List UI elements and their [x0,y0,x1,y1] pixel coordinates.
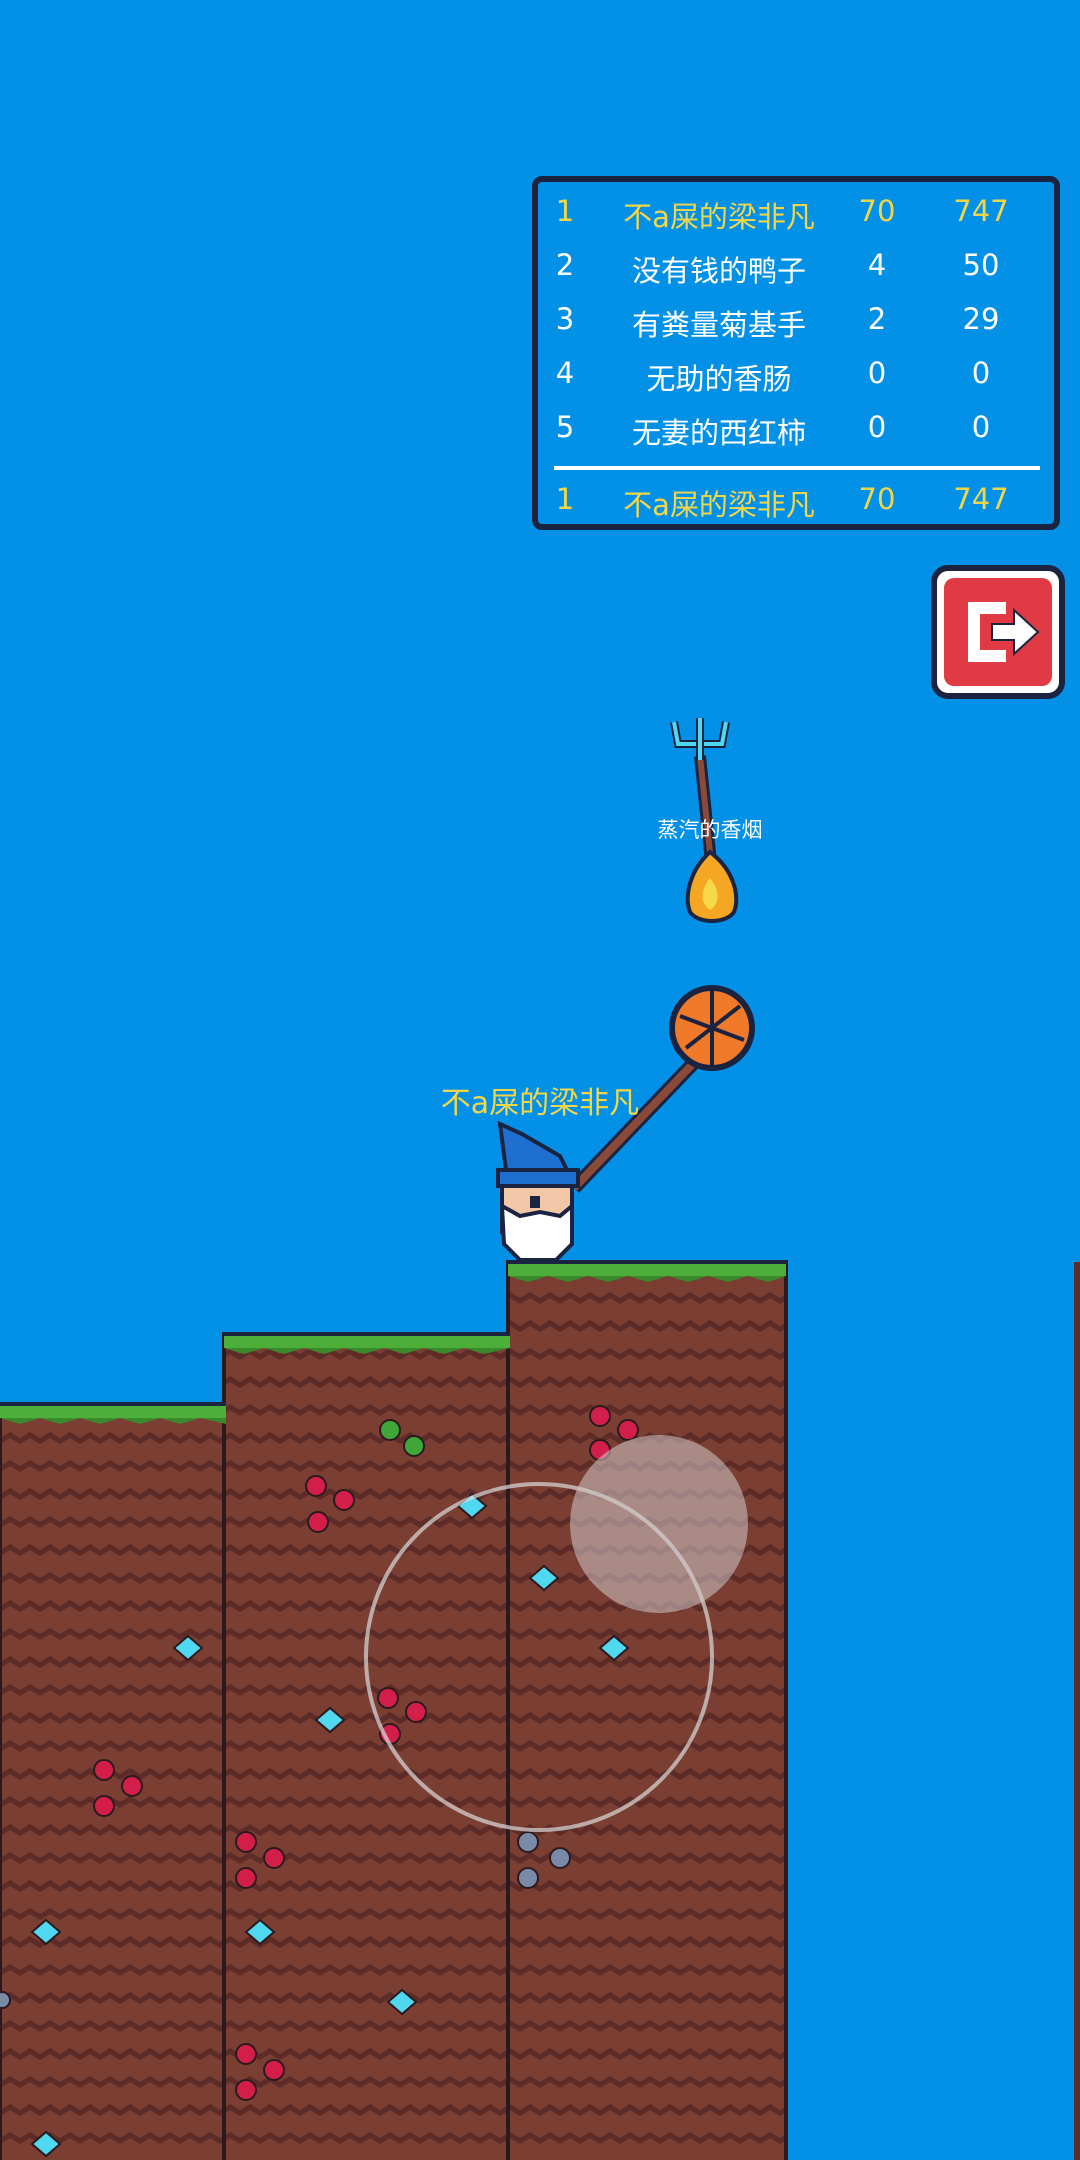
joystick-knob[interactable] [570,1435,748,1613]
level: 0 [867,356,887,390]
leaderboard: 1 不a屎的梁非凡 70 747 2 没有钱的鸭子 4 50 3 有粪量菊基手 … [532,176,1060,530]
exit-icon [931,565,1065,699]
flame-icon [685,849,739,923]
leaderboard-row: 4 无助的香肠 0 0 [538,346,1054,400]
score: 747 [953,482,1009,516]
score: 0 [971,410,991,444]
rank: 1 [555,482,575,516]
wizard-icon [496,1120,580,1262]
exit-button[interactable] [928,562,1068,702]
rank: 1 [555,194,575,228]
player-name: 不a屎的梁非凡 [623,488,815,522]
rank: 4 [555,356,575,390]
rank: 3 [555,302,575,336]
score: 0 [971,356,991,390]
player-name: 不a屎的梁非凡 [623,200,815,234]
leaderboard-row: 5 无妻的西红柿 0 0 [538,400,1054,454]
player-name: 无妻的西红柿 [631,416,806,450]
trident-icon [670,718,730,760]
level: 70 [858,482,896,516]
rank: 5 [555,410,575,444]
leaderboard-divider [554,466,1040,470]
level: 2 [867,302,887,336]
player-name: 有粪量菊基手 [631,308,806,342]
score: 50 [962,248,1000,282]
score: 29 [962,302,1000,336]
net-icon [669,985,755,1071]
score: 747 [953,194,1009,228]
other-player-name-label: 蒸汽的香烟 [657,818,763,842]
player-name-label: 不a屎的梁非凡 [440,1086,640,1121]
player-name: 无助的香肠 [646,362,792,396]
leaderboard-row: 1 不a屎的梁非凡 70 747 [538,184,1054,238]
rank: 2 [555,248,575,282]
leaderboard-row: 3 有粪量菊基手 2 29 [538,292,1054,346]
leaderboard-self-row: 1 不a屎的梁非凡 70 747 [538,472,1054,526]
level: 70 [858,194,896,228]
level: 0 [867,410,887,444]
player-name: 没有钱的鸭子 [631,254,806,288]
leaderboard-row: 2 没有钱的鸭子 4 50 [538,238,1054,292]
game-scene: 1 不a屎的梁非凡 70 747 2 没有钱的鸭子 4 50 3 有粪量菊基手 … [0,0,1080,2160]
level: 4 [867,248,887,282]
